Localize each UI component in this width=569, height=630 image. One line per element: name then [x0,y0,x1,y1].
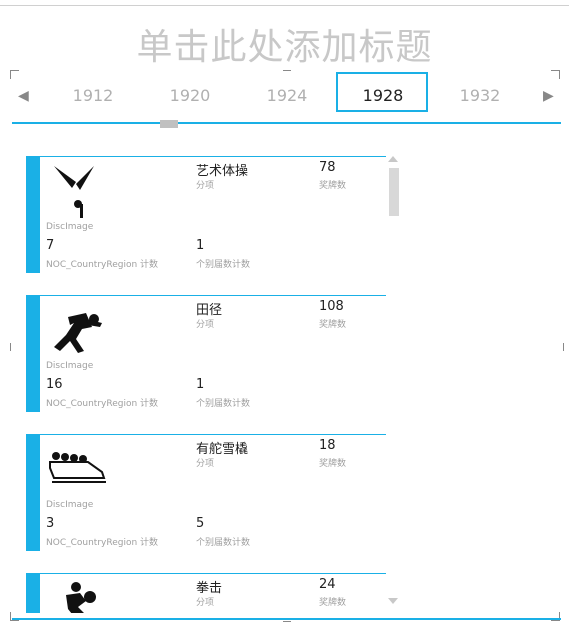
card-accent-bar [26,156,40,273]
card-accent-bar [26,295,40,412]
card-image-label: DiscImage [46,361,94,371]
card-noc-caption: NOC_CountryRegion 计数 [46,260,159,270]
card-noc-count: 7 [46,238,55,253]
card-medals: 78 [319,160,336,175]
frame-corner-top-right[interactable] [551,70,560,79]
scroll-up-icon[interactable] [388,156,398,162]
card-noc-caption: NOC_CountryRegion 计数 [46,538,159,548]
card-discipline-caption: 分项 [196,459,215,469]
card-2[interactable]: DiscImage 有舵雪橇 分项 18 奖牌数 3 NOC_CountryRe… [26,434,386,551]
card-distinct-count: 1 [196,238,205,253]
card-image-label: DiscImage [46,222,94,232]
card-top-border [40,295,386,296]
card-0[interactable]: DiscImage 艺术体操 分项 78 奖牌数 7 NOC_CountryRe… [26,156,386,273]
frame-handle-top[interactable] [283,70,291,71]
frame-corner-top-left[interactable] [10,70,19,79]
slicer-bottom-border [12,618,561,620]
timeline-underline [12,122,561,124]
card-noc-caption: NOC_CountryRegion 计数 [46,399,159,409]
card-top-border [40,156,386,157]
card-distinct-caption: 个别届数计数 [196,260,251,270]
card-medals: 24 [319,577,336,592]
boxing-icon [66,582,96,613]
card-top-border [40,434,386,435]
card-image-label: DiscImage [46,500,94,510]
card-discipline-caption: 分项 [196,181,215,191]
timeline-prev-icon[interactable]: ◀ [18,88,29,104]
timeline-year-1920[interactable]: 1920 [155,86,225,105]
card-discipline: 有舵雪橇 [196,442,249,457]
card-1[interactable]: DiscImage 田径 分项 108 奖牌数 16 NOC_CountryRe… [26,295,386,412]
card-medals-caption: 奖牌数 [319,459,347,469]
card-distinct-caption: 个别届数计数 [196,538,251,548]
card-distinct-caption: 个别届数计数 [196,399,251,409]
frame-handle-right[interactable] [563,343,564,351]
card-noc-count: 3 [46,516,55,531]
card-medals-caption: 奖牌数 [319,181,347,191]
card-medals-caption: 奖牌数 [319,598,347,608]
timeline-year-1928[interactable]: 1928 [348,86,418,105]
card-medals-caption: 奖牌数 [319,320,347,330]
bobsleigh-icon [49,452,106,483]
timeline-year-1912[interactable]: 1912 [58,86,128,105]
timeline-next-icon[interactable]: ▶ [543,88,554,104]
vertical-scroll-thumb[interactable] [389,168,399,216]
card-noc-count: 16 [46,377,63,392]
window-top-border [0,5,569,6]
card-medals: 108 [319,299,344,314]
card-distinct-count: 1 [196,377,205,392]
card-medals: 18 [319,438,336,453]
card-accent-bar [26,573,40,613]
card-discipline: 田径 [196,303,223,318]
card-distinct-count: 5 [196,516,205,531]
timeline-scroll-thumb[interactable] [160,120,178,128]
card-accent-bar [26,434,40,551]
card-discipline-caption: 分项 [196,598,215,608]
card-3[interactable]: 拳击 分项 24 奖牌数 [26,573,386,613]
timeline-year-1924[interactable]: 1924 [252,86,322,105]
card-top-border [40,573,386,574]
timeline-year-1932[interactable]: 1932 [445,86,515,105]
card-discipline: 拳击 [196,581,223,596]
athletics-icon [54,313,102,353]
rhythmic-gymnastics-icon [54,166,94,218]
card-discipline-caption: 分项 [196,320,215,330]
page-title[interactable]: 单击此处添加标题 [0,18,569,70]
frame-handle-bottom[interactable] [283,621,291,622]
scroll-down-icon[interactable] [388,598,398,604]
frame-handle-left[interactable] [10,343,11,351]
card-discipline: 艺术体操 [196,164,249,179]
